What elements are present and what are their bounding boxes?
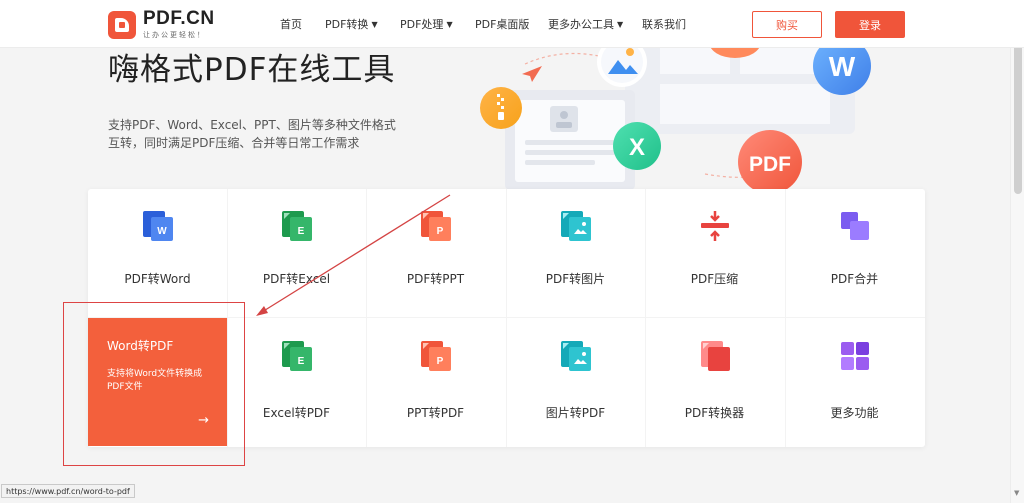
tool-excel-to-pdf[interactable]: E Excel转PDF — [227, 318, 366, 447]
excel-doc-icon: E — [281, 341, 312, 371]
login-button[interactable]: 登录 — [835, 11, 905, 38]
grid-icon — [840, 342, 869, 370]
merge-icon — [840, 212, 869, 240]
logo-icon — [108, 10, 136, 39]
nav-item-pdf-desktop[interactable]: PDF桌面版 — [475, 16, 548, 32]
chevron-down-icon: ▼ — [617, 19, 624, 29]
hero-desc-line1: 支持PDF、Word、Excel、PPT、图片等多种文件格式 — [108, 118, 396, 132]
excel-doc-icon: E — [281, 211, 312, 241]
tool-label: PDF转Word — [124, 272, 191, 286]
ppt-doc-icon: P — [420, 341, 451, 371]
buy-button[interactable]: 购买 — [752, 11, 822, 38]
chevron-down-icon: ▼ — [446, 19, 453, 29]
nav-item-pdf-process[interactable]: PDF处理 ▼ — [400, 16, 475, 32]
word-badge-letter: W — [829, 51, 856, 82]
word-doc-icon: W — [142, 211, 173, 241]
tool-more-features[interactable]: 更多功能 — [785, 318, 924, 447]
hero-desc-line2: 互转，同时满足PDF压缩、合并等日常工作需求 — [108, 136, 360, 150]
tool-pdf-to-word[interactable]: W PDF转Word — [88, 189, 227, 318]
tool-pdf-to-image[interactable]: PDF转图片 — [506, 189, 645, 318]
nav-item-contact[interactable]: 联系我们 — [642, 16, 686, 32]
tool-label: PPT转PDF — [406, 406, 465, 420]
logo-name: PDF.CN — [143, 8, 215, 29]
tool-label: PDF转Excel — [262, 272, 331, 286]
hero-description: 支持PDF、Word、Excel、PPT、图片等多种文件格式 互转，同时满足PD… — [108, 116, 408, 152]
tool-label: PDF转图片 — [545, 272, 606, 286]
svg-text:W: W — [157, 226, 167, 237]
excel-badge-letter: X — [629, 134, 645, 161]
tool-pdf-compress[interactable]: PDF压缩 — [645, 189, 784, 318]
svg-text:E: E — [297, 226, 304, 237]
compress-icon — [700, 211, 729, 241]
tool-label: PDF转PPT — [406, 272, 465, 286]
tool-ppt-to-pdf[interactable]: P PPT转PDF — [366, 318, 505, 447]
tool-pdf-to-ppt[interactable]: P PDF转PPT — [366, 189, 505, 318]
logo-slogan: 让办公更轻松！ — [143, 31, 206, 39]
logo[interactable]: PDF.CN 让办公更轻松！ — [108, 9, 215, 40]
svg-text:P: P — [436, 226, 443, 237]
tool-image-to-pdf[interactable]: 图片转PDF — [506, 318, 645, 447]
tool-label: PDF合并 — [830, 272, 879, 286]
nav-item-more-tools[interactable]: 更多办公工具 ▼ — [548, 16, 642, 32]
converter-icon — [700, 341, 730, 371]
ppt-doc-icon: P — [420, 211, 451, 241]
main-nav: 首页 PDF转换 ▼ PDF处理 ▼ PDF桌面版 更多办公工具 ▼ 联系我们 — [280, 0, 686, 48]
tool-label: Excel转PDF — [262, 406, 331, 420]
tool-label: PDF转换器 — [684, 406, 745, 420]
svg-text:E: E — [297, 356, 304, 367]
annotation-highlight-box — [63, 302, 245, 466]
tool-label: PDF压缩 — [690, 272, 739, 286]
top-navbar: PDF.CN 让办公更轻松！ 首页 PDF转换 ▼ PDF处理 ▼ PDF桌面版 更… — [0, 0, 1024, 48]
vertical-scrollbar[interactable]: ▲ ▼ — [1010, 0, 1024, 503]
chevron-down-icon: ▼ — [371, 19, 378, 29]
hero-title: 嗨格式PDF在线工具 — [108, 52, 396, 88]
scroll-down-icon[interactable]: ▼ — [1014, 489, 1019, 497]
hero-illustration: W X PDF — [480, 34, 871, 194]
nav-item-home[interactable]: 首页 — [280, 16, 325, 32]
tool-pdf-converter[interactable]: PDF转换器 — [645, 318, 784, 447]
link-status-bar: https://www.pdf.cn/word-to-pdf — [1, 484, 135, 498]
image-doc-icon — [560, 211, 591, 241]
image-doc-icon — [560, 341, 591, 371]
tool-pdf-merge[interactable]: PDF合并 — [785, 189, 924, 318]
svg-text:P: P — [436, 356, 443, 367]
tool-pdf-to-excel[interactable]: E PDF转Excel — [227, 189, 366, 318]
tool-label: 图片转PDF — [545, 406, 606, 420]
pdf-badge-text: PDF — [749, 153, 791, 176]
tool-label: 更多功能 — [830, 406, 879, 420]
nav-item-pdf-convert[interactable]: PDF转换 ▼ — [325, 16, 400, 32]
